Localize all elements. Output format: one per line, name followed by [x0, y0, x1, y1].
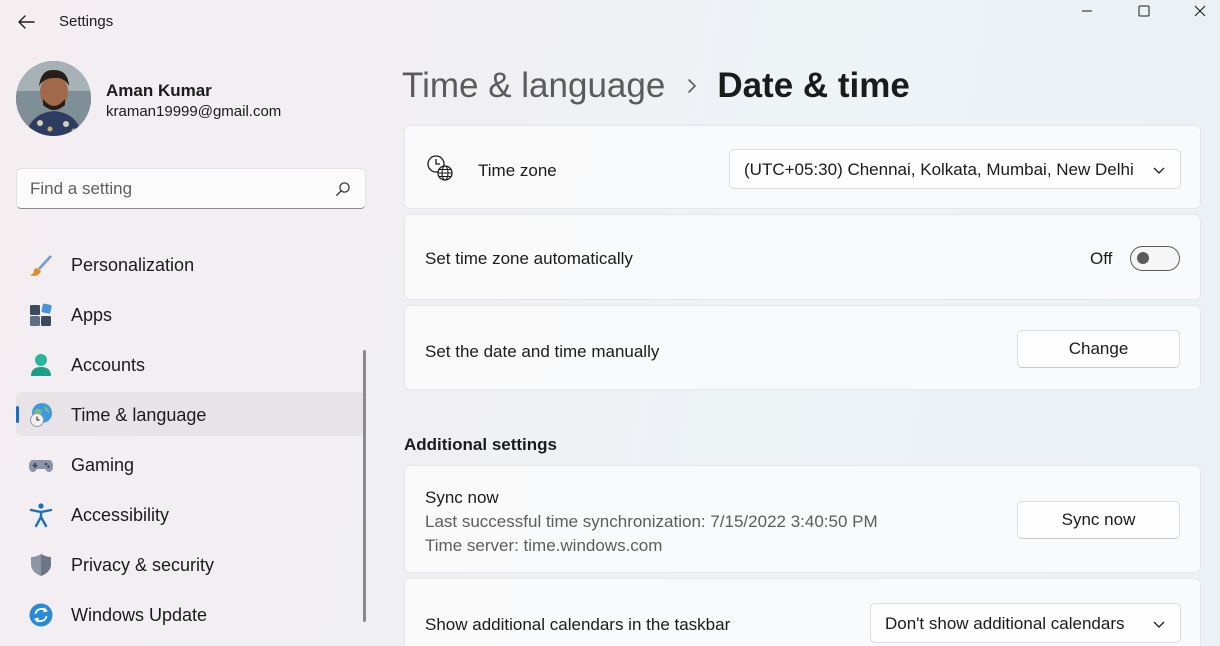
- sidebar-item-label: Windows Update: [71, 605, 208, 625]
- sidebar-item-label: Time & language: [71, 405, 207, 425]
- accessibility-icon: [29, 503, 53, 528]
- maximize-button[interactable]: [1116, 0, 1172, 22]
- search-input[interactable]: [17, 169, 327, 208]
- sidebar-item-apps[interactable]: Apps: [16, 292, 364, 336]
- calendars-dropdown[interactable]: Don't show additional calendars: [870, 603, 1181, 643]
- sidebar-item-label: Accounts: [71, 355, 146, 375]
- auto-time-zone-card: Set time zone automatically Off: [404, 214, 1201, 300]
- change-button[interactable]: Change: [1017, 330, 1180, 368]
- sidebar-item-time-language[interactable]: Time & language: [16, 392, 364, 436]
- sidebar-item-label: Accessibility: [71, 505, 170, 525]
- apps-icon: [30, 303, 52, 326]
- sidebar-item-label: Privacy & security: [71, 555, 215, 575]
- time-zone-icon: [427, 155, 453, 181]
- sync-now-button[interactable]: Sync now: [1017, 501, 1180, 539]
- sidebar-item-privacy-security[interactable]: Privacy & security: [16, 542, 364, 586]
- time-zone-card: Time zone (UTC+05:30) Chennai, Kolkata, …: [404, 125, 1201, 209]
- page-title: Date & time: [717, 66, 910, 105]
- time-zone-value: (UTC+05:30) Chennai, Kolkata, Mumbai, Ne…: [744, 160, 1134, 179]
- sync-card: Sync now Last successful time synchroniz…: [404, 465, 1201, 573]
- minimize-icon: [1082, 10, 1092, 12]
- shield-icon: [31, 554, 51, 576]
- paintbrush-icon: [30, 255, 52, 276]
- globe-clock-icon: [30, 403, 52, 427]
- breadcrumb-parent[interactable]: Time & language: [402, 66, 665, 106]
- back-arrow-icon: [18, 15, 35, 29]
- sidebar-item-accessibility[interactable]: Accessibility: [16, 492, 364, 536]
- calendars-label: Show additional calendars in the taskbar: [425, 615, 731, 634]
- minimize-button[interactable]: [1059, 0, 1115, 22]
- sidebar-item-windows-update[interactable]: Windows Update: [16, 592, 364, 636]
- sidebar-item-personalization[interactable]: Personalization: [16, 242, 364, 286]
- toggle-knob: [1137, 252, 1149, 264]
- gamepad-icon: [29, 460, 53, 472]
- person-icon: [31, 354, 51, 376]
- title-bar: Settings: [0, 0, 1220, 44]
- sidebar-item-label: Personalization: [71, 255, 195, 275]
- breadcrumb: Time & language Date & time: [402, 62, 910, 110]
- section-title: Additional settings: [404, 435, 557, 454]
- time-zone-dropdown[interactable]: (UTC+05:30) Chennai, Kolkata, Mumbai, Ne…: [729, 149, 1181, 189]
- auto-time-zone-label: Set time zone automatically: [425, 249, 633, 268]
- close-icon: [1194, 5, 1206, 17]
- manual-time-card: Set the date and time manually Change: [404, 305, 1201, 390]
- user-profile[interactable]: Aman Kumar kraman19999@gmail.com: [16, 61, 356, 137]
- sidebar-item-gaming[interactable]: Gaming: [16, 442, 364, 486]
- calendars-card: Show additional calendars in the taskbar…: [404, 578, 1201, 646]
- sidebar-nav: Personalization Apps Accounts Time & lan…: [16, 242, 364, 642]
- toggle-state-text: Off: [1090, 249, 1113, 268]
- manual-time-label: Set the date and time manually: [425, 342, 660, 361]
- sidebar-scrollbar[interactable]: [363, 350, 366, 622]
- chevron-right-icon: [687, 78, 697, 94]
- auto-time-zone-toggle[interactable]: [1130, 246, 1180, 271]
- sync-title: Sync now: [425, 488, 499, 507]
- sidebar-item-label: Apps: [71, 305, 113, 325]
- close-button[interactable]: [1172, 0, 1220, 22]
- search-box[interactable]: [16, 168, 366, 209]
- avatar: [16, 61, 91, 136]
- user-name: Aman Kumar: [106, 81, 212, 100]
- chevron-down-icon: [1153, 621, 1165, 628]
- chevron-down-icon: [1153, 167, 1165, 174]
- last-sync-text: Last successful time synchronization: 7/…: [425, 512, 878, 531]
- time-zone-label: Time zone: [478, 161, 557, 180]
- sidebar-item-label: Gaming: [71, 455, 135, 475]
- user-email: kraman19999@gmail.com: [106, 103, 282, 120]
- app-title: Settings: [59, 13, 114, 30]
- back-button[interactable]: [12, 8, 40, 36]
- search-icon[interactable]: [335, 181, 351, 197]
- calendars-value: Don't show additional calendars: [885, 614, 1125, 633]
- time-server-text: Time server: time.windows.com: [425, 536, 663, 555]
- update-icon: [29, 603, 53, 627]
- maximize-icon: [1138, 5, 1150, 17]
- sidebar-item-accounts[interactable]: Accounts: [16, 342, 364, 386]
